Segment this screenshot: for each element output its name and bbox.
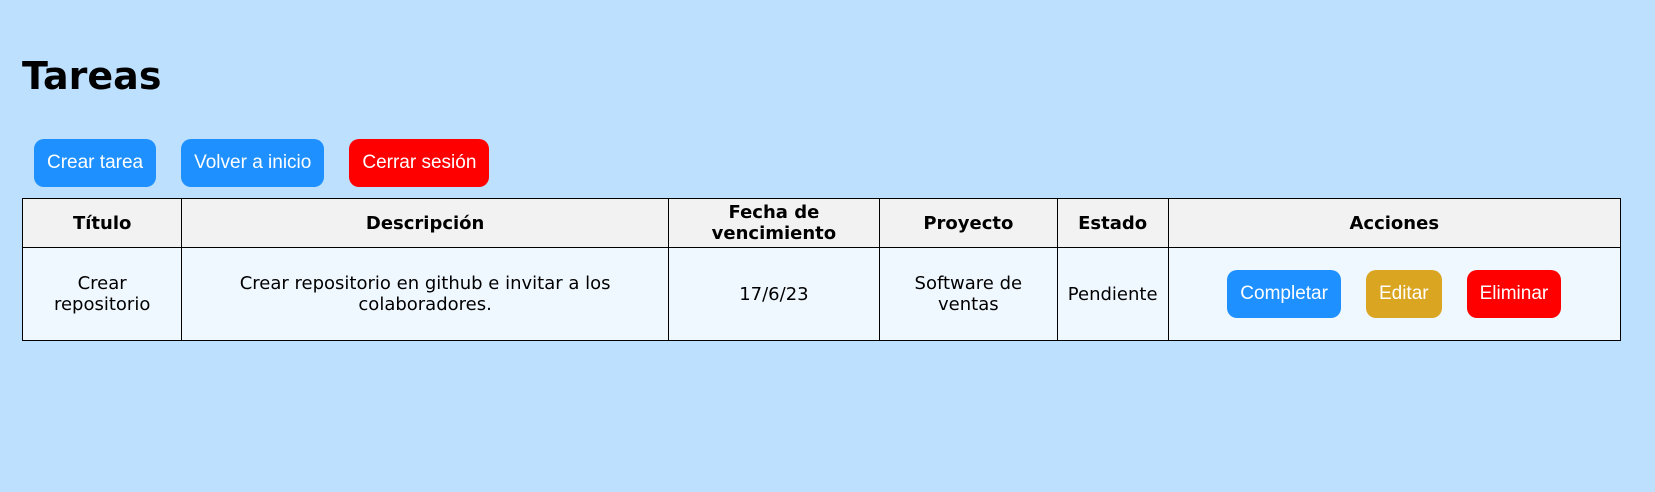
complete-task-button[interactable]: Completar bbox=[1227, 270, 1341, 318]
column-header-status: Estado bbox=[1056, 198, 1169, 248]
task-due-date-cell: 17/6/23 bbox=[667, 247, 880, 341]
back-home-button[interactable]: Volver a inicio bbox=[181, 139, 325, 187]
toolbar: Crear tarea Volver a inicio Cerrar sesió… bbox=[34, 139, 490, 187]
column-header-actions: Acciones bbox=[1167, 198, 1622, 248]
task-description-cell: Crear repositorio en github e invitar a … bbox=[181, 247, 669, 341]
column-header-description: Descripción bbox=[181, 198, 669, 248]
column-header-due-date: Fecha de vencimiento bbox=[667, 198, 880, 248]
task-project-cell: Software de ventas bbox=[878, 247, 1058, 341]
logout-button[interactable]: Cerrar sesión bbox=[349, 139, 490, 187]
task-status-cell: Pendiente bbox=[1056, 247, 1169, 341]
create-task-button[interactable]: Crear tarea bbox=[34, 139, 157, 187]
task-actions-cell: Completar Editar Eliminar bbox=[1167, 247, 1622, 341]
delete-task-button[interactable]: Eliminar bbox=[1466, 270, 1562, 318]
tasks-table: Título Descripción Fecha de vencimiento … bbox=[21, 198, 1622, 341]
task-title-cell: Crear repositorio bbox=[21, 247, 183, 341]
column-header-project: Proyecto bbox=[878, 198, 1058, 248]
table-header-row: Título Descripción Fecha de vencimiento … bbox=[21, 198, 1622, 248]
page-title: Tareas bbox=[22, 54, 162, 98]
task-actions: Completar Editar Eliminar bbox=[1179, 270, 1610, 318]
column-header-title: Título bbox=[21, 198, 183, 248]
edit-task-button[interactable]: Editar bbox=[1365, 270, 1442, 318]
table-row: Crear repositorio Crear repositorio en g… bbox=[21, 247, 1622, 341]
